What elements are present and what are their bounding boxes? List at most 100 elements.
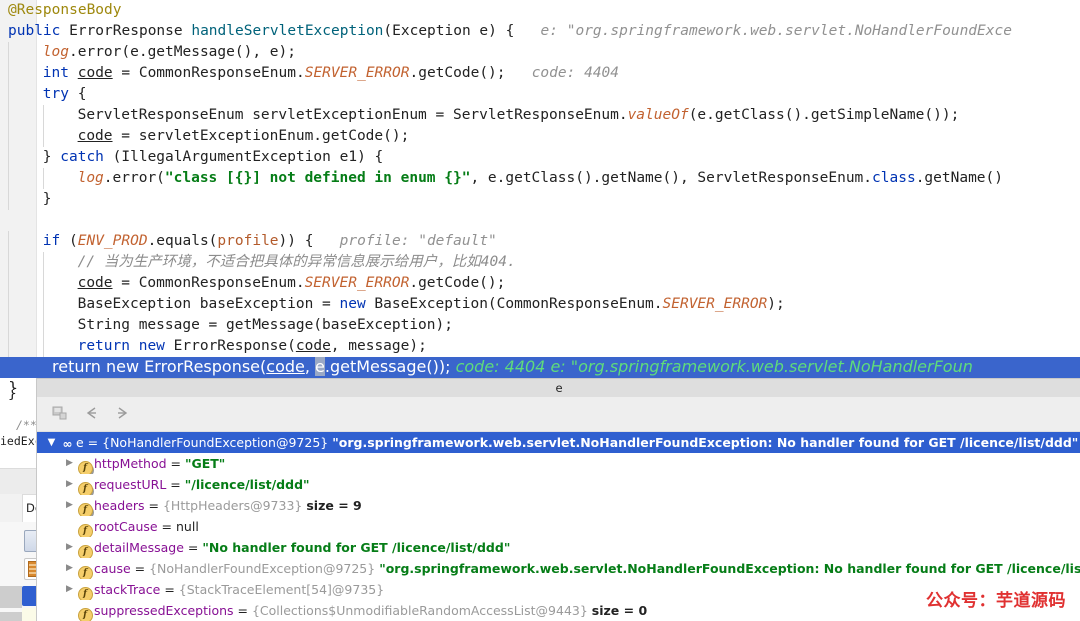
- code-token: code: [77, 65, 113, 81]
- evaluate-expression-icon[interactable]: [51, 404, 71, 424]
- indent-guide: [42, 336, 44, 357]
- code-token: handleServletException: [191, 23, 384, 39]
- code-token: e: "org.springframework.web.servlet.NoHa…: [523, 23, 1012, 39]
- navigate-back-icon[interactable]: [83, 404, 103, 424]
- field-final-icon: f: [76, 474, 94, 495]
- code-line[interactable]: log.error(e.getMessage(), e);: [0, 42, 1080, 63]
- code-token: SERVER_ERROR: [304, 275, 410, 291]
- code-line[interactable]: public ErrorResponse handleServletExcept…: [0, 21, 1080, 42]
- indent-guide: [42, 294, 44, 315]
- expand-triangle-icon[interactable]: ▶: [63, 558, 76, 579]
- code-line[interactable]: } catch (IllegalArgumentException e1) {: [0, 147, 1080, 168]
- expand-triangle-icon[interactable]: ▶: [63, 453, 76, 474]
- code-editor[interactable]: @ResponseBody public ErrorResponse handle…: [0, 0, 1080, 390]
- code-token: );: [767, 296, 785, 312]
- variable-size: size = 9: [306, 498, 362, 513]
- code-line[interactable]: int code = CommonResponseEnum.SERVER_ERR…: [0, 63, 1080, 84]
- inline-hint-code: code: 4404: [450, 357, 546, 376]
- code-line[interactable]: log.error("class [{}] not defined in enu…: [0, 168, 1080, 189]
- indent-guide: [8, 189, 9, 210]
- new-keyword: new: [106, 357, 140, 376]
- field-icon: f: [76, 516, 94, 537]
- code-token: (Exception e) {: [383, 23, 524, 39]
- closing-brace: }: [8, 378, 19, 390]
- expand-triangle-icon[interactable]: ▶: [63, 579, 76, 600]
- equals-sign: =: [166, 456, 185, 471]
- variable-row[interactable]: ▶ f httpMethod = "GET": [37, 453, 1080, 474]
- debugger-variables-popup[interactable]: e ▼ ∞ e = {NoHandlerFoundException@9725}…: [36, 378, 1080, 621]
- code-line[interactable]: [0, 210, 1080, 231]
- indent-guide: [8, 147, 9, 168]
- code-token: BaseException(CommonResponseEnum.: [365, 296, 663, 312]
- indent-guide: [8, 63, 9, 84]
- code-token: (IllegalArgumentException e1) {: [103, 149, 384, 165]
- indent-guide: [42, 105, 44, 126]
- equals-sign: =: [157, 519, 176, 534]
- code-variable: code: [266, 357, 305, 376]
- variable-row[interactable]: f suppressedExceptions = {Collections$Unm…: [37, 600, 1080, 621]
- variable-row[interactable]: ▼ ∞ e = {NoHandlerFoundException@9725} "or…: [37, 432, 1080, 453]
- variable-row[interactable]: ▶ f detailMessage = "No handler found for …: [37, 537, 1080, 558]
- code-token: .error(e.getMessage(), e);: [69, 44, 296, 60]
- expand-triangle-icon[interactable]: ▶: [63, 537, 76, 558]
- code-line[interactable]: code = servletExceptionEnum.getCode();: [0, 126, 1080, 147]
- variable-row[interactable]: ▶ f headers = {HttpHeaders@9733} size = 9: [37, 495, 1080, 516]
- code-line[interactable]: return new ErrorResponse(code, message);: [0, 336, 1080, 357]
- collapse-triangle-icon[interactable]: ▼: [45, 432, 58, 453]
- expand-triangle-icon[interactable]: ▶: [63, 474, 76, 495]
- indent-guide: [42, 252, 44, 273]
- comma: ,: [304, 357, 316, 376]
- code-token: log: [77, 170, 104, 186]
- navigate-forward-icon[interactable]: [113, 404, 133, 424]
- code-token: catch: [60, 149, 104, 165]
- code-token: .getCode();: [409, 65, 506, 81]
- code-token: int: [42, 65, 69, 81]
- variable-row[interactable]: f rootCause = null: [37, 516, 1080, 537]
- code-token: return: [77, 338, 130, 354]
- gutter-block: [0, 586, 22, 608]
- variable-object-ref: {HttpHeaders@9733}: [162, 498, 303, 513]
- code-token: , e.getClass().getName(), ServletRespons…: [470, 170, 873, 186]
- return-keyword: return: [52, 357, 101, 376]
- code-line[interactable]: ServletResponseEnum servletExceptionEnum…: [0, 105, 1080, 126]
- code-line[interactable]: if (ENV_PROD.equals(profile)) { profile:…: [0, 231, 1080, 252]
- variables-tree[interactable]: ▼ ∞ e = {NoHandlerFoundException@9725} "or…: [37, 432, 1080, 621]
- field-icon: f: [76, 579, 94, 600]
- code-token: valueOf: [627, 107, 689, 123]
- code-line[interactable]: @ResponseBody: [0, 0, 1080, 21]
- background-comment: /**: [16, 418, 37, 432]
- current-execution-line[interactable]: return new ErrorResponse(code, e.getMess…: [0, 357, 1080, 378]
- indent-guide: [8, 336, 9, 357]
- equals-sign: =: [233, 603, 252, 618]
- code-token: String message = getMessage(baseExceptio…: [77, 317, 453, 333]
- equals-sign: =: [144, 498, 163, 513]
- code-line[interactable]: code = CommonResponseEnum.SERVER_ERROR.g…: [0, 273, 1080, 294]
- indent-guide: [42, 126, 44, 147]
- variable-name: requestURL: [94, 477, 167, 492]
- indent-guide: [8, 252, 9, 273]
- code-token: .getCode();: [409, 275, 506, 291]
- variable-row[interactable]: ▶ f cause = {NoHandlerFoundException@9725}…: [37, 558, 1080, 579]
- code-token: BaseException baseException =: [77, 296, 340, 312]
- variable-name: cause: [94, 561, 131, 576]
- code-token: ENV_PROD: [77, 233, 148, 249]
- variable-row[interactable]: ▶ f stackTrace = {StackTraceElement[54]@97…: [37, 579, 1080, 600]
- variable-object-ref: {StackTraceElement[54]@9735}: [178, 582, 385, 597]
- variable-row[interactable]: ▶ f requestURL = "/licence/list/ddd": [37, 474, 1080, 495]
- code-token: new: [339, 296, 366, 312]
- code-lines[interactable]: @ResponseBody public ErrorResponse handle…: [0, 0, 1080, 390]
- equals-sign: =: [130, 561, 150, 576]
- code-token: = CommonResponseEnum.: [112, 65, 305, 81]
- variable-string-value: "/licence/list/ddd": [184, 477, 310, 492]
- indent-guide: [8, 315, 9, 336]
- equals-sign: =: [183, 540, 203, 555]
- field-icon: f: [76, 558, 94, 579]
- code-line[interactable]: try {: [0, 84, 1080, 105]
- code-line[interactable]: }: [0, 189, 1080, 210]
- code-line[interactable]: // 当为生产环境，不适合把具体的异常信息展示给用户，比如404.: [0, 252, 1080, 273]
- code-line[interactable]: BaseException baseException = new BaseEx…: [0, 294, 1080, 315]
- code-line[interactable]: String message = getMessage(baseExceptio…: [0, 315, 1080, 336]
- expand-triangle-icon[interactable]: ▶: [63, 495, 76, 516]
- popup-toolbar[interactable]: [37, 397, 1080, 432]
- indent-guide: [42, 315, 44, 336]
